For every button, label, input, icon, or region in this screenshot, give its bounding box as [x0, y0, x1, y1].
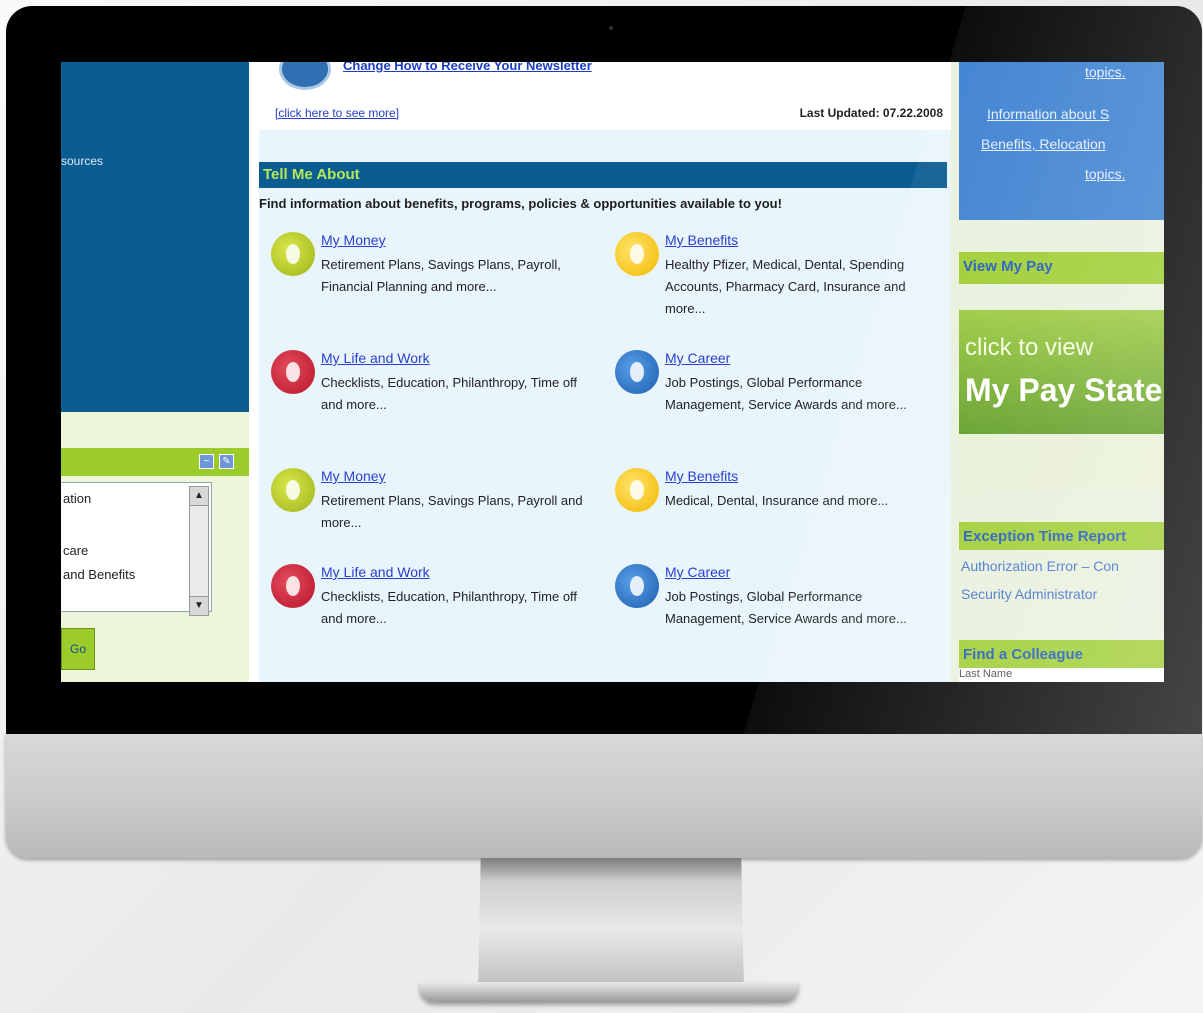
topic-description: Job Postings, Global Performance Managem… — [665, 589, 907, 626]
benefits-icon — [615, 232, 659, 276]
benefits-icon — [615, 468, 659, 512]
tell-me-about-header: Tell Me About — [259, 162, 947, 188]
view-my-pay-header: View My Pay — [959, 252, 1164, 284]
newsletter-icon — [279, 62, 331, 90]
topic-description: Medical, Dental, Insurance and more... — [665, 493, 889, 508]
monitor-stand-foot — [420, 982, 798, 1002]
scroll-up-icon[interactable]: ▲ — [190, 487, 208, 506]
column-divider — [249, 62, 259, 682]
camera-icon — [609, 26, 613, 30]
go-button[interactable]: Go — [61, 628, 95, 670]
newsletter-link[interactable]: Change How to Receive Your Newsletter — [343, 62, 592, 73]
topic-link[interactable]: My Career — [665, 350, 730, 366]
pay-panel-footer — [959, 434, 1164, 492]
left-widget-header: − ✎ — [61, 448, 249, 476]
info-link[interactable]: topics. — [1085, 64, 1125, 80]
life-and-work-icon — [271, 350, 315, 394]
last-name-label: Last Name — [959, 668, 1164, 682]
info-link[interactable]: Information about S — [987, 106, 1109, 122]
career-icon — [615, 350, 659, 394]
scroll-down-icon[interactable]: ▼ — [190, 596, 208, 615]
topic-link[interactable]: My Money — [321, 468, 386, 484]
monitor-chin — [6, 734, 1202, 858]
money-icon — [271, 232, 315, 276]
section-title: Find a Colleague — [963, 646, 1084, 663]
exception-report-header: Exception Time Report — [959, 522, 1164, 550]
screen: sources − ✎ ation care and Benefits ▲ ▼ … — [61, 62, 1164, 682]
listbox-option[interactable]: and Benefits — [63, 567, 135, 582]
topic-description: Checklists, Education, Philanthropy, Tim… — [321, 375, 578, 412]
minimize-icon[interactable]: − — [199, 454, 214, 469]
monitor-bezel: sources − ✎ ation care and Benefits ▲ ▼ … — [6, 6, 1202, 736]
topic-link[interactable]: My Life and Work — [321, 350, 430, 366]
topic-link[interactable]: My Life and Work — [321, 564, 430, 580]
money-icon — [271, 468, 315, 512]
topic-description: Healthy Pfizer, Medical, Dental, Spendin… — [665, 257, 906, 316]
topic-description: Checklists, Education, Philanthropy, Tim… — [321, 589, 578, 626]
newsletter-strip: Change How to Receive Your Newsletter [c… — [259, 62, 951, 130]
topic-link[interactable]: My Benefits — [665, 468, 738, 484]
pay-button-line1: click to view — [965, 334, 1094, 361]
listbox-option[interactable]: ation — [63, 491, 91, 506]
listbox-scrollbar[interactable]: ▲ ▼ — [189, 486, 209, 616]
life-and-work-icon — [271, 564, 315, 608]
section-title: Tell Me About — [263, 166, 360, 183]
left-column: sources − ✎ ation care and Benefits ▲ ▼ … — [61, 62, 249, 682]
pay-statement-button[interactable]: click to view My Pay State — [959, 310, 1164, 434]
topic-description: Job Postings, Global Performance Managem… — [665, 375, 907, 412]
listbox-option[interactable]: care — [63, 543, 88, 558]
center-column: Change How to Receive Your Newsletter [c… — [259, 62, 951, 682]
edit-icon[interactable]: ✎ — [219, 454, 234, 469]
info-link[interactable]: topics. — [1085, 166, 1125, 182]
topic-link[interactable]: My Money — [321, 232, 386, 248]
section-subtitle: Find information about benefits, program… — [259, 196, 782, 211]
topic-link[interactable]: My Career — [665, 564, 730, 580]
topic-description: Retirement Plans, Savings Plans, Payroll… — [321, 257, 561, 294]
topic-link[interactable]: My Benefits — [665, 232, 738, 248]
exception-message: Security Administrator — [961, 586, 1098, 602]
last-updated-text: Last Updated: 07.22.2008 — [799, 106, 943, 120]
monitor-stand-neck — [478, 858, 744, 990]
see-more-link[interactable]: [click here to see more] — [275, 106, 399, 120]
find-colleague-header: Find a Colleague — [959, 640, 1164, 668]
career-icon — [615, 564, 659, 608]
info-panel: topics. Information about S Benefits, Re… — [959, 62, 1164, 220]
left-nav-fragment[interactable]: sources — [61, 154, 103, 168]
right-column: topics. Information about S Benefits, Re… — [951, 62, 1164, 682]
section-title: Exception Time Report — [963, 528, 1127, 545]
info-link[interactable]: Benefits, Relocation — [981, 136, 1106, 152]
topic-description: Retirement Plans, Savings Plans, Payroll… — [321, 493, 583, 530]
section-title: View My Pay — [963, 258, 1053, 275]
left-nav-panel: sources — [61, 62, 249, 412]
exception-message: Authorization Error – Con — [961, 558, 1119, 574]
pay-button-line2: My Pay State — [965, 372, 1163, 408]
